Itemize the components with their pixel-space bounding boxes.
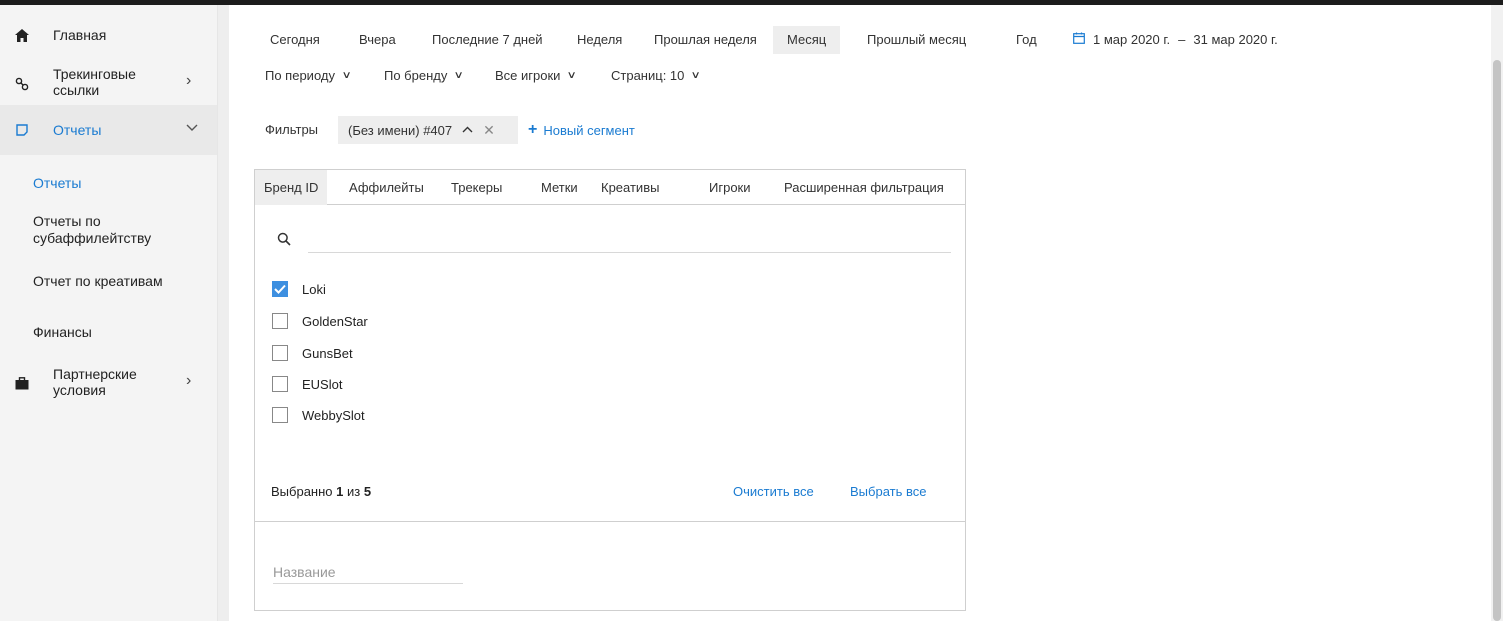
sidebar-item-tracking-links[interactable]: Трекинговые ссылки › xyxy=(0,60,217,105)
segment-name: (Без имени) #407 xyxy=(348,122,453,138)
period-month[interactable]: Месяц xyxy=(773,26,841,54)
chevron-up-icon[interactable] xyxy=(462,124,473,136)
group-by-period-dropdown[interactable]: По периоду ∨ xyxy=(265,68,352,83)
dropdown-label: По периоду xyxy=(265,68,335,83)
sidebar-item-label: Партнерские условия xyxy=(53,366,137,398)
option-label: GoldenStar xyxy=(302,313,368,329)
tab-brand-id[interactable]: Бренд ID xyxy=(255,170,328,205)
tab-affiliates[interactable]: Аффилейты xyxy=(349,170,424,205)
group-by-brand-dropdown[interactable]: По бренду ∨ xyxy=(384,68,465,83)
plus-icon: + xyxy=(528,121,538,138)
tab-creatives[interactable]: Креативы xyxy=(601,170,659,205)
selected-prefix: Выбранно xyxy=(271,484,333,499)
page-size-dropdown[interactable]: Страниц: 10 ∨ xyxy=(611,68,702,83)
home-icon xyxy=(14,27,30,43)
checkbox[interactable] xyxy=(272,407,288,423)
chevron-down-icon xyxy=(186,119,198,137)
date-to: 31 мар 2020 г. xyxy=(1193,32,1278,47)
checkbox[interactable] xyxy=(272,313,288,329)
selected-number: 1 xyxy=(336,484,344,499)
chevron-right-icon: › xyxy=(186,72,192,89)
selected-of: из xyxy=(347,484,361,499)
option-label: GunsBet xyxy=(302,345,353,361)
filter-tabs: Бренд ID Аффилейты Трекеры Метки Креатив… xyxy=(255,170,965,205)
period-today[interactable]: Сегодня xyxy=(270,26,320,54)
dropdown-label: Страниц: 10 xyxy=(611,68,685,83)
sidebar-item-label: Главная xyxy=(53,27,107,43)
selected-count: Выбранно 1 из 5 xyxy=(271,484,371,499)
period-last-month[interactable]: Прошлый месяц xyxy=(867,26,966,54)
selected-total: 5 xyxy=(363,484,372,499)
option-label: WebbySlot xyxy=(302,407,365,423)
brand-option-gunsbet[interactable]: GunsBet xyxy=(272,345,353,361)
segment-chip[interactable]: (Без имени) #407 ✕ xyxy=(338,116,518,144)
subitem-reports[interactable]: Отчеты xyxy=(33,175,81,192)
tab-trackers[interactable]: Трекеры xyxy=(451,170,502,205)
sidebar-item-partner-terms[interactable]: Партнерские условия › xyxy=(0,360,217,405)
date-separator: – xyxy=(1178,32,1186,47)
players-dropdown[interactable]: Все игроки ∨ xyxy=(495,68,578,83)
chevron-right-icon: › xyxy=(186,372,192,389)
period-last-week[interactable]: Прошлая неделя xyxy=(654,26,757,54)
scroll-thumb[interactable] xyxy=(1493,60,1501,621)
new-segment-label: Новый сегмент xyxy=(543,122,635,138)
filters-label: Фильтры xyxy=(265,122,319,137)
date-range-picker[interactable]: 1 мар 2020 г. – 31 мар 2020 г. xyxy=(1073,26,1278,54)
period-last-7-days[interactable]: Последние 7 дней xyxy=(432,26,543,54)
brand-option-webbyslot[interactable]: WebbySlot xyxy=(272,407,365,423)
sidebar-item-reports[interactable]: Отчеты xyxy=(0,105,217,155)
option-label: Loki xyxy=(302,281,326,297)
tab-tags[interactable]: Метки xyxy=(541,170,578,205)
chevron-down-icon: ∨ xyxy=(690,70,702,81)
sidebar: Главная Трекинговые ссылки › Отчеты Отче… xyxy=(0,5,217,621)
filter-panel: Бренд ID Аффилейты Трекеры Метки Креатив… xyxy=(254,169,966,611)
select-all-button[interactable]: Выбрать все xyxy=(850,484,926,499)
sidebar-item-label: Отчеты xyxy=(53,122,102,138)
sidebar-item-home[interactable]: Главная xyxy=(0,15,217,55)
panel-divider xyxy=(255,521,965,522)
brand-option-goldenstar[interactable]: GoldenStar xyxy=(272,313,368,329)
period-year[interactable]: Год xyxy=(1016,26,1037,54)
date-from: 1 мар 2020 г. xyxy=(1093,32,1171,47)
new-segment-button[interactable]: + Новый сегмент xyxy=(528,121,635,139)
period-week[interactable]: Неделя xyxy=(577,26,622,54)
option-label: EUSlot xyxy=(302,376,343,392)
link-icon xyxy=(14,76,30,92)
segment-name-input[interactable] xyxy=(273,560,463,584)
period-yesterday[interactable]: Вчера xyxy=(359,26,396,54)
subitem-creative-report[interactable]: Отчет по креативам xyxy=(33,273,163,290)
sidebar-divider xyxy=(217,5,229,621)
dropdown-label: По бренду xyxy=(384,68,448,83)
reports-icon xyxy=(14,122,30,138)
sidebar-item-label: Трекинговые ссылки xyxy=(53,66,136,98)
subitem-subaffiliate-reports[interactable]: Отчеты по субаффилейтству xyxy=(33,213,193,247)
checkbox[interactable] xyxy=(272,376,288,392)
clear-all-button[interactable]: Очистить все xyxy=(733,484,814,499)
chevron-down-icon: ∨ xyxy=(341,70,352,81)
search-icon xyxy=(277,232,291,246)
chevron-down-icon: ∨ xyxy=(453,70,465,81)
brand-option-loki[interactable]: Loki xyxy=(272,281,326,297)
brand-option-euslot[interactable]: EUSlot xyxy=(272,376,342,392)
scrollbar[interactable] xyxy=(1491,5,1503,621)
close-icon[interactable]: ✕ xyxy=(483,122,495,139)
subitem-finance[interactable]: Финансы xyxy=(33,324,92,341)
tab-advanced-filter[interactable]: Расширенная фильтрация xyxy=(784,170,944,205)
dropdown-label: Все игроки xyxy=(495,68,561,83)
checkbox[interactable] xyxy=(272,345,288,361)
briefcase-icon xyxy=(14,375,30,391)
search-input[interactable] xyxy=(308,252,951,253)
calendar-icon xyxy=(1073,26,1085,54)
chevron-down-icon: ∨ xyxy=(566,70,578,81)
tab-players[interactable]: Игроки xyxy=(709,170,751,205)
checkbox-checked[interactable] xyxy=(272,281,288,297)
